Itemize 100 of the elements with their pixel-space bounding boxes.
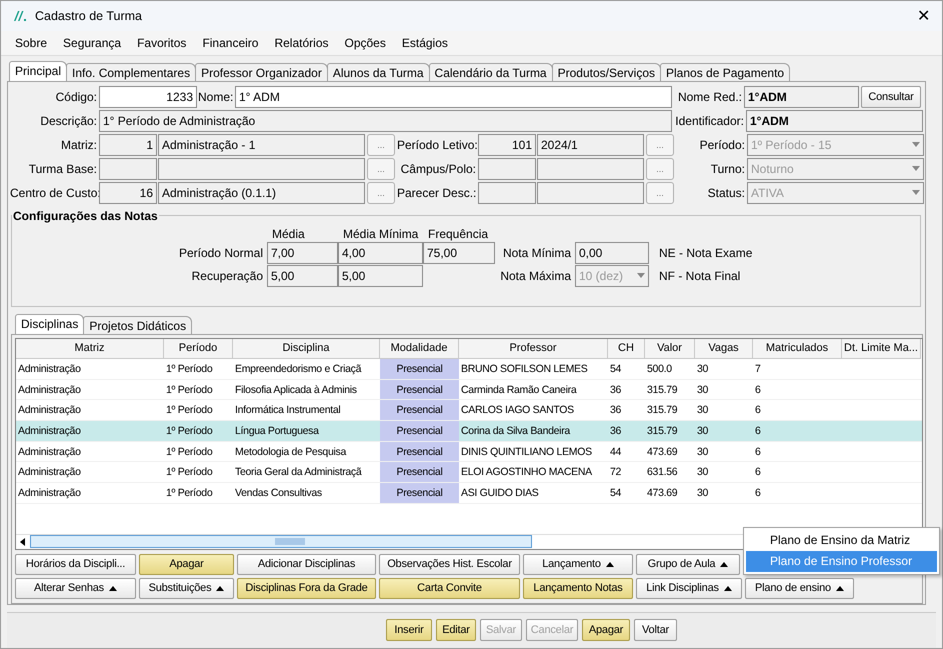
dropdown-caret-icon — [912, 142, 920, 148]
table-cell-text: Administração — [17, 362, 82, 377]
action-button[interactable]: Disciplinas Fora da Grade — [237, 578, 376, 599]
code-field[interactable]: 1233 — [99, 86, 197, 108]
action-button[interactable]: Substituições — [139, 578, 234, 599]
browse-button[interactable]: ... — [646, 182, 674, 204]
action-button[interactable]: Link Disciplinas — [636, 578, 742, 599]
column-header[interactable]: Período — [164, 338, 233, 359]
name-field[interactable] — [537, 158, 644, 180]
table-cell: Presencial — [380, 380, 459, 400]
grade-field[interactable]: 5,00 — [267, 264, 338, 287]
table-row[interactable]: Administração 1º Período Língua Portuguesa Presencial Corina da Silva Bandeira 36 315.79 30 6 — [16, 421, 922, 442]
table-row[interactable]: Administração 1º Período Empreendedorismo e Criaçã Presencial BRUNO SOFILSON LEMES 54 500.0 30 7 — [16, 358, 922, 380]
table-cell-text: Vendas Consultivas — [234, 486, 323, 502]
code-field[interactable]: 101 — [478, 134, 536, 156]
table-cell-text: CARLOS IAGO SANTOS — [460, 403, 575, 418]
grade-field[interactable]: 5,00 — [338, 264, 423, 287]
browse-button[interactable]: ... — [367, 158, 395, 180]
table-row[interactable]: Administração 1º Período Teoria Geral da Administraçã Presencial ELOI AGOSTINHO MACENA 72 631.56 30 6 — [16, 462, 922, 484]
name-field[interactable]: 2024/1 — [537, 134, 644, 156]
column-header[interactable]: Vagas — [695, 338, 753, 359]
tab[interactable]: Produtos/Serviços — [552, 62, 661, 81]
action-button[interactable]: Carta Convite — [379, 578, 520, 599]
grade-field[interactable]: 7,00 — [267, 242, 338, 264]
column-header[interactable]: Disciplina — [233, 338, 380, 359]
field-label: Centro de Custo: — [10, 186, 98, 200]
menu-item[interactable]: Favoritos — [129, 36, 194, 50]
footer-button[interactable]: Voltar — [634, 619, 677, 642]
column-header[interactable]: Professor — [459, 338, 608, 359]
table-cell-text: Administração — [17, 382, 82, 398]
code-field[interactable] — [478, 158, 536, 180]
action-button[interactable]: Grupo de Aula — [636, 554, 740, 575]
tab[interactable]: Disciplinas — [15, 314, 84, 334]
action-button[interactable]: Horários da Discipli... — [15, 554, 136, 575]
field-label: Parecer Desc.: — [397, 186, 477, 200]
tab[interactable]: Projetos Didáticos — [83, 316, 192, 334]
menu-item[interactable]: Financeiro — [194, 36, 266, 50]
tab[interactable]: Planos de Pagamento — [660, 62, 790, 81]
name-field[interactable]: 1° ADM — [235, 86, 672, 108]
footer-button[interactable]: Editar — [436, 619, 476, 642]
action-button[interactable]: Lançamento Notas — [523, 578, 633, 599]
legend-text: NE - Nota Exame — [658, 246, 754, 260]
tab[interactable]: Principal — [9, 60, 68, 81]
row-label: Recuperação — [190, 268, 264, 283]
identifier-field[interactable]: 1°ADM — [746, 110, 923, 132]
column-header[interactable]: Matriz — [16, 338, 164, 359]
browse-button[interactable]: ... — [367, 182, 395, 204]
action-button[interactable]: Observações Hist. Escolar — [379, 554, 520, 575]
menu-item[interactable]: Sobre — [7, 36, 56, 50]
code-field[interactable]: 1 — [99, 134, 157, 156]
table-cell-text: 315.79 — [646, 424, 678, 440]
code-field[interactable] — [478, 182, 536, 204]
action-button[interactable]: Alterar Senhas — [15, 578, 136, 599]
table-row[interactable]: Administração 1º Período Informática Instrumental Presencial CARLOS IAGO SANTOS 36 315.79 30 6 — [16, 400, 922, 422]
grade-field[interactable]: 4,00 — [338, 242, 423, 264]
table-row[interactable]: Administração 1º Período Filosofia Aplicada à Adminis Presencial Carminda Ramão Caneira 36 315.79 30 6 — [16, 380, 922, 400]
tab[interactable]: Info. Complementares — [66, 62, 196, 81]
footer-button[interactable]: Inserir — [386, 619, 432, 642]
table-cell: Presencial — [380, 442, 459, 462]
menu-item[interactable]: Segurança — [55, 36, 130, 50]
browse-button[interactable]: ... — [646, 158, 674, 180]
action-button[interactable]: Apagar — [139, 554, 234, 575]
close-button[interactable]: ✕ — [913, 6, 934, 26]
action-button[interactable]: Plano de ensino — [745, 578, 854, 599]
browse-button[interactable]: ... — [367, 134, 395, 156]
table-cell-text: Administração — [17, 465, 82, 480]
table-row[interactable]: Administração 1º Período Metodologia de Pesquisa Presencial DINIS QUINTILIANO LEMOS 44 473.69 30 6 — [16, 442, 922, 462]
short-name-field[interactable]: 1°ADM — [744, 86, 859, 108]
table-cell-text: 30 — [696, 465, 710, 480]
scrollbar-thumb[interactable] — [30, 535, 532, 548]
column-header[interactable]: Valor — [645, 338, 695, 359]
browse-button[interactable]: ... — [646, 134, 674, 156]
action-button[interactable]: Adicionar Disciplinas — [237, 554, 376, 575]
footer-button[interactable]: Apagar — [582, 619, 630, 642]
menu-item[interactable]: Estágios — [394, 36, 456, 50]
name-field[interactable]: Administração (0.1.1) — [158, 182, 365, 204]
menu-item[interactable]: Opções — [336, 36, 394, 50]
grade-field[interactable]: 0,00 — [575, 242, 649, 264]
column-header[interactable]: CH — [608, 338, 645, 359]
column-header[interactable]: Matriculados — [753, 338, 842, 359]
name-field[interactable]: Administração - 1 — [158, 134, 365, 156]
table-cell-text: Teoria Geral da Administraçã — [234, 465, 363, 480]
action-button[interactable]: Lançamento — [523, 554, 633, 575]
code-field[interactable]: 16 — [99, 182, 157, 204]
field-label: Nome: — [198, 90, 234, 104]
menu-item[interactable]: Relatórios — [266, 36, 336, 50]
table-cell-text: ELOI AGOSTINHO MACENA — [460, 465, 593, 480]
name-field[interactable] — [158, 158, 365, 180]
code-field[interactable] — [99, 158, 157, 180]
table-cell-text: DINIS QUINTILIANO LEMOS — [460, 444, 593, 460]
table-row[interactable]: Administração 1º Período Vendas Consultivas Presencial ASI GUIDO DIAS 54 473.69 30 6 — [16, 483, 922, 504]
table-cell-text: Informática Instrumental — [234, 403, 342, 418]
column-header[interactable]: Modalidade — [380, 338, 459, 359]
table-cell-text: 30 — [696, 382, 710, 398]
consultar-button[interactable]: Consultar — [861, 86, 921, 108]
tab[interactable]: Professor Organizador — [195, 62, 328, 81]
name-field[interactable] — [537, 182, 644, 204]
description-field[interactable]: 1° Período de Administração — [99, 110, 672, 132]
column-header[interactable]: Dt. Limite Ma... — [842, 338, 921, 359]
grade-field[interactable]: 75,00 — [423, 242, 495, 264]
